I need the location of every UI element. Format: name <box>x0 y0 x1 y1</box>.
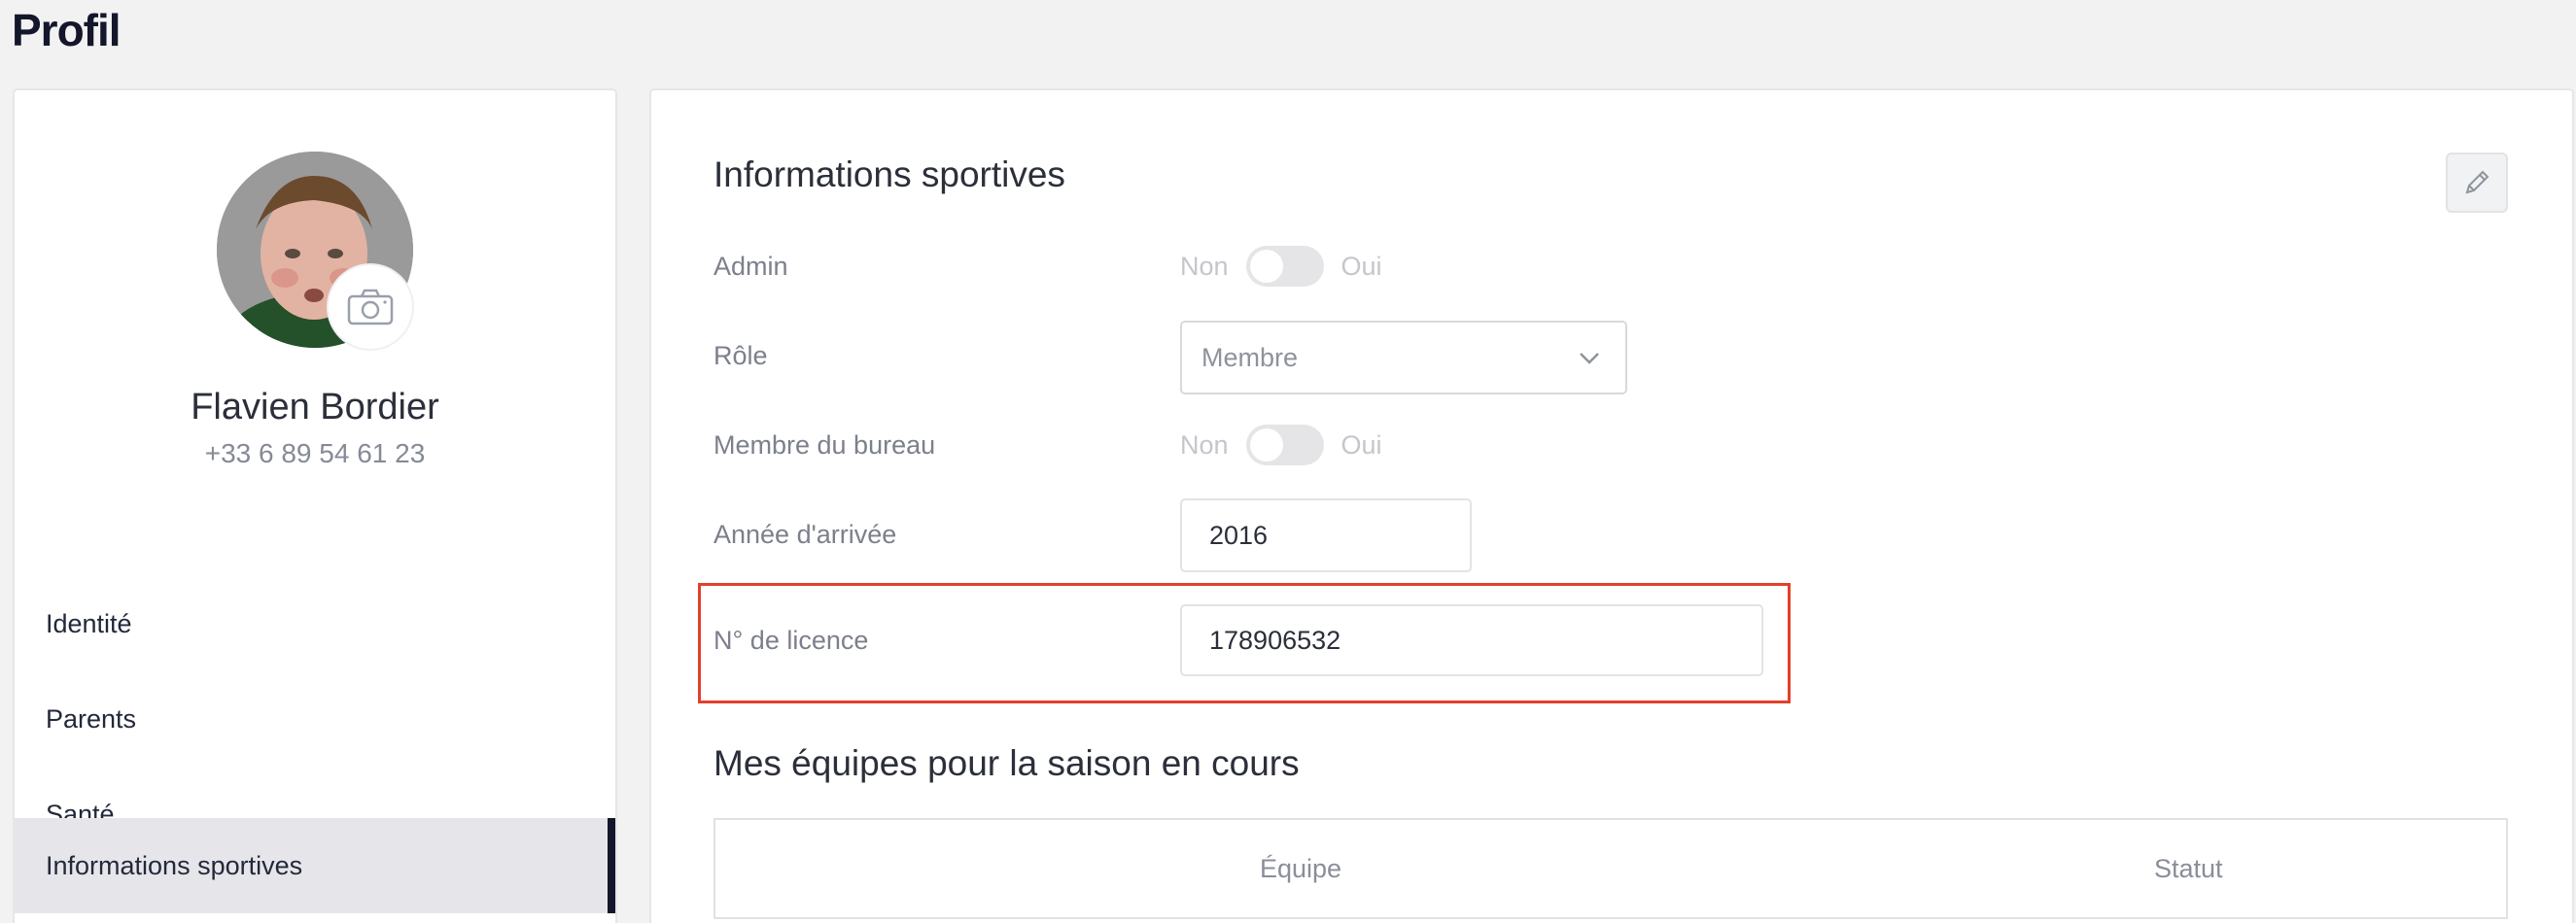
sidebar-item-parents[interactable]: Parents <box>15 671 615 767</box>
admin-toggle-group: Non Oui <box>1180 246 1382 287</box>
column-header-statut: Statut <box>2154 853 2223 883</box>
change-photo-button[interactable] <box>329 265 412 349</box>
admin-label: Admin <box>714 252 788 281</box>
arrival-label: Année d'arrivée <box>714 520 897 549</box>
section-title: Informations sportives <box>714 154 1065 194</box>
chevron-down-icon <box>1580 353 1599 364</box>
page-title: Profil <box>12 5 122 55</box>
licence-input[interactable]: 178906532 <box>1180 604 1763 676</box>
user-phone: +33 6 89 54 61 23 <box>204 438 426 468</box>
teams-title: Mes équipes pour la saison en cours <box>714 743 1300 783</box>
bureau-toggle-group: Non Oui <box>1180 425 1382 465</box>
bureau-toggle[interactable] <box>1245 425 1324 465</box>
profile-card: Flavien Bordier +33 6 89 54 61 23 Identi… <box>13 88 617 923</box>
sports-info-card: Informations sportives Admin Non Oui Rôl… <box>649 88 2574 923</box>
user-name: Flavien Bordier <box>191 387 439 427</box>
arrival-value: 2016 <box>1209 520 1269 550</box>
bureau-on-label: Oui <box>1340 429 1382 460</box>
licence-value: 178906532 <box>1209 625 1341 655</box>
edit-button[interactable] <box>2446 153 2508 213</box>
admin-off-label: Non <box>1180 251 1229 281</box>
role-label: Rôle <box>714 341 768 370</box>
role-select[interactable]: Membre <box>1180 321 1627 394</box>
arrival-input[interactable]: 2016 <box>1180 498 1472 572</box>
pencil-icon <box>2465 170 2489 194</box>
bureau-off-label: Non <box>1180 429 1229 460</box>
role-select-value: Membre <box>1201 342 1299 372</box>
column-header-equipe: Équipe <box>1260 853 1342 883</box>
sidebar-item-identite[interactable]: Identité <box>15 576 615 671</box>
teams-table: Équipe Statut <box>714 818 2508 919</box>
camera-icon <box>347 289 394 325</box>
licence-label: N° de licence <box>714 626 869 655</box>
bureau-label: Membre du bureau <box>714 430 936 460</box>
admin-toggle[interactable] <box>1245 246 1324 287</box>
admin-on-label: Oui <box>1340 251 1382 281</box>
sidebar-item-informations-sportives[interactable]: Informations sportives <box>15 818 615 913</box>
